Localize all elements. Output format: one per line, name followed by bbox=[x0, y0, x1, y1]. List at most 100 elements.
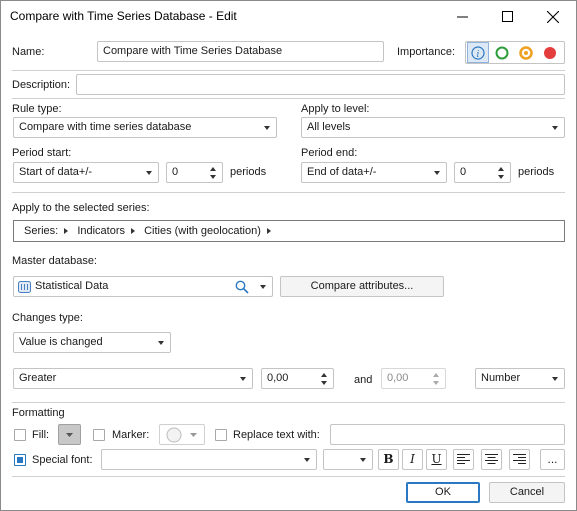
cancel-button[interactable]: Cancel bbox=[489, 482, 565, 503]
font-name-select[interactable] bbox=[101, 449, 317, 470]
divider bbox=[12, 70, 565, 71]
minimize-icon bbox=[456, 16, 468, 18]
close-button[interactable] bbox=[531, 1, 575, 32]
value-type-value: Number bbox=[481, 372, 521, 384]
chevron-down-icon bbox=[264, 126, 270, 130]
minimize-button[interactable] bbox=[440, 1, 484, 32]
operator-select[interactable]: Greater bbox=[13, 368, 253, 389]
marker-checkbox[interactable] bbox=[93, 429, 105, 441]
italic-button[interactable]: I bbox=[402, 449, 423, 470]
ok-button[interactable]: OK bbox=[406, 482, 480, 503]
importance-green-button[interactable] bbox=[491, 42, 513, 63]
chevron-down-icon bbox=[158, 341, 164, 345]
spin-up-icon[interactable] bbox=[321, 373, 327, 377]
compare-attributes-button[interactable]: Compare attributes... bbox=[280, 276, 444, 297]
period-start-stepper[interactable]: 0 bbox=[166, 162, 223, 183]
divider bbox=[12, 476, 565, 477]
period-start-select[interactable]: Start of data+/- bbox=[13, 162, 159, 183]
align-center-button[interactable] bbox=[481, 449, 502, 470]
spin-down-icon bbox=[433, 381, 439, 385]
value1: 0,00 bbox=[267, 372, 289, 384]
rule-type-label: Rule type: bbox=[12, 103, 62, 115]
period-end-select[interactable]: End of data+/- bbox=[301, 162, 447, 183]
chevron-down-icon bbox=[190, 433, 197, 437]
rule-type-value: Compare with time series database bbox=[19, 121, 192, 133]
maximize-button[interactable] bbox=[485, 1, 529, 32]
period-start-count: 0 bbox=[172, 166, 179, 178]
master-db-label: Master database: bbox=[12, 255, 97, 267]
divider bbox=[12, 192, 565, 193]
spin-down-icon[interactable] bbox=[498, 175, 504, 179]
special-font-label: Special font: bbox=[32, 454, 93, 466]
period-end-label: Period end: bbox=[301, 147, 358, 159]
replace-text-input[interactable] bbox=[330, 424, 565, 445]
svg-text:i: i bbox=[477, 50, 480, 60]
rule-type-select[interactable]: Compare with time series database bbox=[13, 117, 277, 138]
replace-text-checkbox[interactable] bbox=[215, 429, 227, 441]
apply-level-label: Apply to level: bbox=[301, 103, 370, 115]
importance-orange-button[interactable] bbox=[515, 42, 537, 63]
fill-checkbox[interactable] bbox=[14, 429, 26, 441]
chevron-right-icon bbox=[266, 227, 271, 234]
red-circle-icon bbox=[544, 46, 556, 59]
breadcrumb-series: Series: bbox=[24, 225, 59, 237]
chevron-down-icon bbox=[552, 377, 558, 381]
period-end-stepper[interactable]: 0 bbox=[454, 162, 511, 183]
database-icon bbox=[18, 281, 31, 293]
chevron-down-icon bbox=[260, 285, 266, 289]
and-label: and bbox=[354, 374, 373, 386]
spin-down-icon[interactable] bbox=[210, 175, 216, 179]
special-font-checkbox[interactable] bbox=[14, 454, 26, 466]
replace-text-label: Replace text with: bbox=[233, 429, 320, 441]
apply-level-select[interactable]: All levels bbox=[301, 117, 565, 138]
period-start-value: Start of data+/- bbox=[19, 166, 93, 178]
marker-label: Marker: bbox=[112, 429, 150, 441]
importance-label: Importance: bbox=[397, 46, 456, 58]
breadcrumb-indicators[interactable]: Indicators bbox=[77, 225, 125, 237]
breadcrumb-cities[interactable]: Cities (with geolocation) bbox=[144, 225, 261, 237]
master-db-select[interactable]: Statistical Data bbox=[13, 276, 273, 297]
value2-stepper[interactable]: 0,00 bbox=[381, 368, 446, 389]
bold-button[interactable]: B bbox=[378, 449, 399, 470]
changes-type-value: Value is changed bbox=[19, 336, 103, 348]
align-right-button[interactable] bbox=[509, 449, 530, 470]
formatting-label: Formatting bbox=[12, 407, 65, 419]
spin-down-icon[interactable] bbox=[321, 381, 327, 385]
align-center-icon bbox=[485, 454, 498, 464]
info-icon: i bbox=[471, 45, 485, 60]
period-end-value: End of data+/- bbox=[307, 166, 377, 178]
changes-type-select[interactable]: Value is changed bbox=[13, 332, 171, 353]
maximize-icon bbox=[501, 11, 513, 22]
more-font-button[interactable]: ... bbox=[540, 449, 565, 470]
spin-up-icon[interactable] bbox=[210, 167, 216, 171]
chevron-down-icon bbox=[66, 433, 73, 437]
description-label: Description: bbox=[12, 79, 71, 91]
period-end-count: 0 bbox=[460, 166, 467, 178]
fill-label: Fill: bbox=[32, 429, 50, 441]
value2: 0,00 bbox=[387, 372, 409, 384]
underline-button[interactable]: U bbox=[426, 449, 447, 470]
importance-red-button[interactable] bbox=[539, 42, 561, 63]
spin-up-icon[interactable] bbox=[498, 167, 504, 171]
series-breadcrumb[interactable]: Series: Indicators Cities (with geolocat… bbox=[13, 220, 565, 242]
apply-level-value: All levels bbox=[307, 121, 351, 133]
importance-info-button[interactable]: i bbox=[467, 42, 489, 63]
window-title: Compare with Time Series Database - Edit bbox=[10, 9, 237, 23]
search-icon[interactable] bbox=[235, 280, 249, 294]
chevron-down-icon bbox=[146, 171, 152, 175]
value1-stepper[interactable]: 0,00 bbox=[261, 368, 334, 389]
description-input[interactable] bbox=[76, 74, 565, 95]
divider bbox=[12, 98, 565, 99]
fill-color-picker[interactable] bbox=[58, 424, 81, 445]
font-size-select[interactable] bbox=[323, 449, 373, 470]
value-type-select[interactable]: Number bbox=[475, 368, 565, 389]
align-left-button[interactable] bbox=[453, 449, 474, 470]
period-start-label: Period start: bbox=[12, 147, 72, 159]
title-bar: Compare with Time Series Database - Edit bbox=[1, 1, 576, 32]
chevron-right-icon bbox=[131, 227, 136, 234]
orange-circle-icon bbox=[519, 45, 533, 60]
name-input[interactable]: Compare with Time Series Database bbox=[97, 41, 384, 62]
align-right-icon bbox=[513, 454, 526, 464]
chevron-down-icon bbox=[360, 458, 366, 462]
marker-select[interactable] bbox=[159, 424, 205, 445]
